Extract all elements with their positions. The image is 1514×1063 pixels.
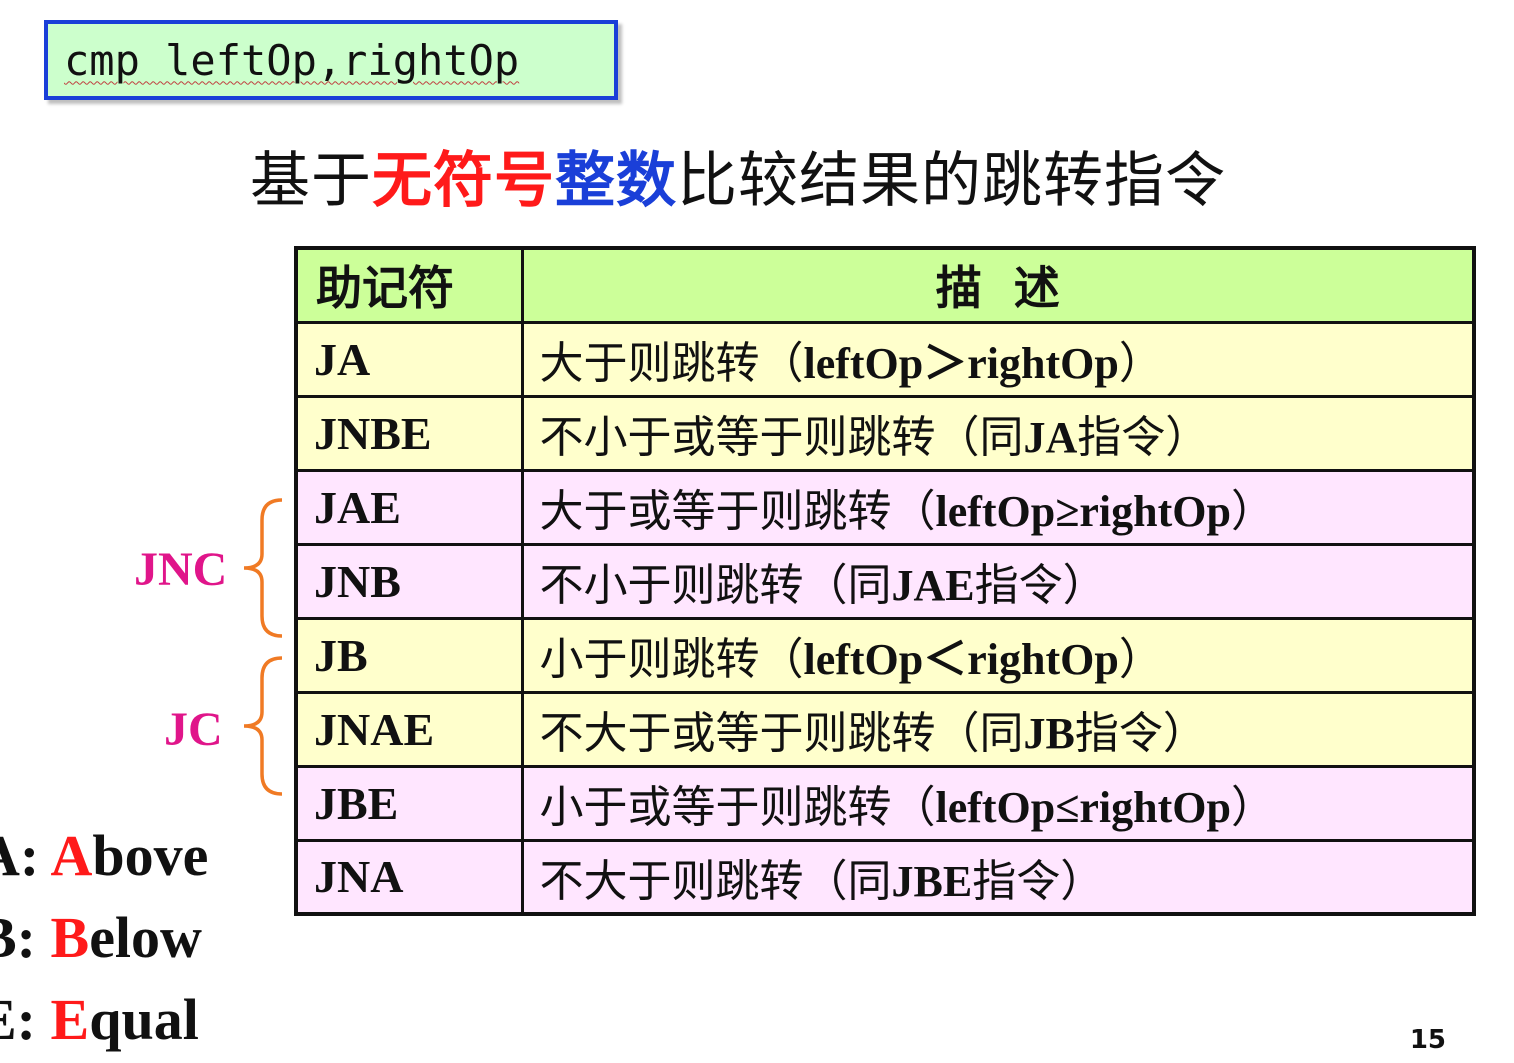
code-text: cmp leftOp,rightOp [64,35,520,85]
desc-text: 小于则跳转（ [539,634,804,685]
desc-text: 不大于则跳转（同 [539,855,892,907]
title-part-unsigned: 无符号 [372,146,555,216]
legend-letter: A [50,823,93,888]
desc-text: ） [1230,486,1275,537]
mnemonic-cell: JNB [294,542,524,620]
slide-title: 基于无符号整数比较结果的跳转指令 [250,132,1226,219]
page-number: 15 [1409,1025,1446,1055]
table-row: JNB 不小于则跳转（同JAE指令） [294,542,1476,620]
legend-rest: qual [89,987,199,1052]
description-cell: 大于或等于则跳转（leftOp≥rightOp） [520,468,1476,546]
description-cell: 不小于或等于则跳转（同JA指令） [520,394,1476,472]
table-header-row: 助记符 描 述 [294,246,1476,324]
desc-bold: JBE [891,856,973,906]
desc-bold: leftOp≥rightOp [935,487,1231,536]
desc-text: ） [1230,782,1275,833]
legend-rest: bove [92,823,209,888]
title-part-4: 比较结果的跳转指令 [677,146,1226,216]
description-cell: 小于或等于则跳转（leftOp≤rightOp） [520,764,1476,842]
mnemonic-cell: JNA [294,838,524,916]
group-label-jc: JC [164,703,223,756]
table-row: JNBE 不小于或等于则跳转（同JA指令） [294,394,1476,472]
desc-bold: JA [1023,413,1078,462]
legend-equal: E: Equal [0,986,199,1053]
desc-text: 指令） [1077,412,1210,463]
desc-text: 指令） [972,855,1105,907]
legend-above: A: Above [0,822,208,889]
mnemonic-cell: JBE [294,764,524,842]
mnemonic-cell: JNBE [294,394,524,472]
description-cell: 不大于则跳转（同JBE指令） [520,838,1476,916]
brace-jnc-icon [243,498,283,638]
table-row: JNA 不大于则跳转（同JBE指令） [294,838,1476,916]
desc-bold: JB [1023,709,1075,758]
legend-prefix: A: [0,823,40,888]
table-row: JB 小于则跳转（leftOp＜rightOp） [294,616,1476,694]
desc-text: 大于或等于则跳转（ [539,486,936,537]
mnemonic-cell: JAE [294,468,524,546]
legend-rest: elow [89,905,202,970]
table-row: JAE 大于或等于则跳转（leftOp≥rightOp） [294,468,1476,546]
title-part-integer: 整数 [555,146,677,216]
description-cell: 不小于则跳转（同JAE指令） [520,542,1476,620]
desc-text: ） [1118,634,1163,685]
desc-text: ） [1118,338,1163,389]
table-row: JA 大于则跳转（leftOp＞rightOp） [294,320,1476,398]
legend-prefix: E: [0,987,36,1052]
header-description: 描 述 [520,246,1476,324]
desc-bold: leftOp＜rightOp [803,635,1119,684]
desc-text: 小于或等于则跳转（ [539,782,936,833]
mnemonic-cell: JB [294,616,524,694]
desc-bold: leftOp≤rightOp [935,783,1231,832]
description-cell: 不大于或等于则跳转（同JB指令） [520,690,1476,768]
desc-text: 指令） [1074,708,1207,759]
desc-text: 不小于或等于则跳转（同 [539,412,1024,463]
legend-prefix: B: [0,905,36,970]
jump-instruction-table: 助记符 描 述 JA 大于则跳转（leftOp＞rightOp） JNBE 不小… [294,246,1476,916]
title-part-1: 基于 [250,146,372,216]
brace-jc-icon [243,656,283,796]
desc-bold: leftOp＞rightOp [803,339,1119,388]
group-label-jnc: JNC [134,543,228,596]
legend-below: B: Below [0,904,202,971]
code-snippet-box: cmp leftOp,rightOp [44,20,618,100]
legend-letter: E [50,987,90,1052]
desc-bold: JAE [891,561,975,610]
desc-text: 大于则跳转（ [539,338,804,389]
mnemonic-cell: JNAE [294,690,524,768]
table-row: JBE 小于或等于则跳转（leftOp≤rightOp） [294,764,1476,842]
mnemonic-cell: JA [294,320,524,398]
desc-text: 不大于或等于则跳转（同 [539,708,1024,759]
desc-text: 不小于则跳转（同 [539,560,892,611]
legend-letter: B [50,905,90,970]
description-cell: 大于则跳转（leftOp＞rightOp） [520,320,1476,398]
description-cell: 小于则跳转（leftOp＜rightOp） [520,616,1476,694]
desc-text: 指令） [974,560,1107,611]
table-row: JNAE 不大于或等于则跳转（同JB指令） [294,690,1476,768]
header-mnemonic: 助记符 [294,246,524,324]
